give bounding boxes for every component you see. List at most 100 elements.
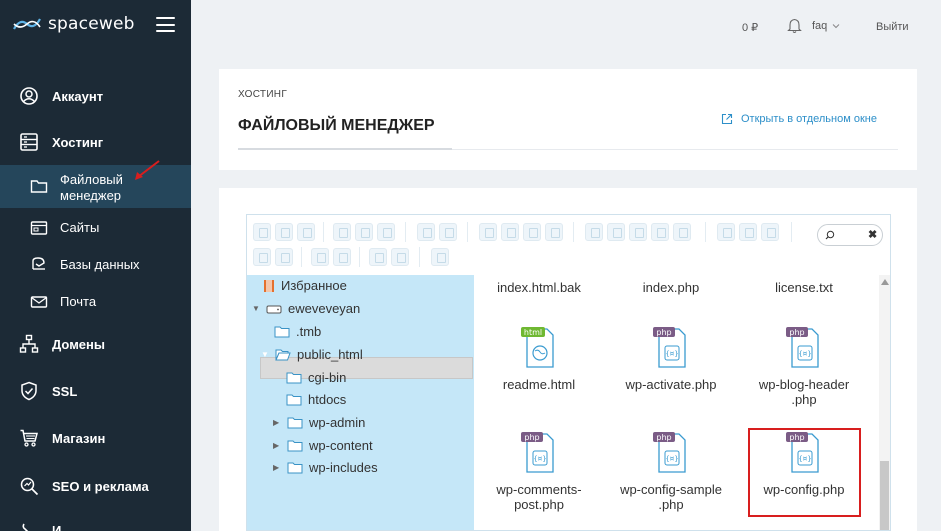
tree-item-wp-admin[interactable]: ▶ wp-admin	[273, 415, 365, 430]
caret-right-icon[interactable]: ▶	[273, 418, 281, 427]
tree-item-tmb[interactable]: .tmb	[274, 324, 321, 339]
svg-text:php: php	[789, 328, 804, 337]
tree-item-favorites-label: Избранное	[281, 278, 347, 293]
cut-button[interactable]	[501, 223, 519, 241]
sidebar-item-file-manager[interactable]: Файловый менеджер	[0, 160, 191, 208]
php-file-icon: php {¤}	[653, 327, 686, 368]
svg-text:{¤}: {¤}	[665, 350, 678, 358]
folder-icon	[286, 394, 302, 406]
new-file-button[interactable]	[355, 223, 373, 241]
back-button[interactable]	[253, 223, 271, 241]
nav-domains[interactable]: Домены	[0, 334, 191, 354]
nav-ssl[interactable]: SSL	[0, 381, 191, 401]
php-file-icon: php {¤}	[786, 327, 819, 368]
scroll-up-arrow-icon[interactable]	[881, 279, 889, 285]
search-input[interactable]: ✖	[817, 224, 883, 246]
folder-open-icon	[275, 349, 291, 361]
tree-item-wp-includes[interactable]: ▶ wp-includes	[273, 460, 378, 475]
nav-account-label: Аккаунт	[52, 89, 104, 104]
file-index-php[interactable]: index.php	[606, 280, 736, 295]
svg-text:{¤}: {¤}	[798, 350, 811, 358]
extract-button[interactable]	[333, 248, 351, 266]
scrollbar[interactable]	[879, 275, 890, 530]
logout-link[interactable]: Выйти	[876, 21, 909, 33]
cart-icon	[20, 429, 38, 447]
svg-text:php: php	[656, 433, 671, 442]
reload-button[interactable]	[439, 223, 457, 241]
sidebar-item-sites[interactable]: Сайты	[0, 219, 191, 237]
nav-account[interactable]: Аккаунт	[0, 86, 191, 106]
bell-icon[interactable]	[787, 18, 802, 34]
nav-hosting-label: Хостинг	[52, 135, 104, 150]
nav-hosting[interactable]: Хостинг	[0, 132, 191, 152]
menu-toggle-button[interactable]	[156, 17, 175, 32]
tree-item-htdocs[interactable]: htdocs	[286, 392, 346, 407]
resize-button[interactable]	[673, 223, 691, 241]
columns-view-button[interactable]	[761, 223, 779, 241]
nav-shop[interactable]: Магазин	[0, 428, 191, 448]
caret-down-icon[interactable]: ▼	[261, 350, 269, 359]
file-wp-config-sample-php[interactable]: php {¤} wp-config-sample .php	[606, 430, 736, 515]
file-readme-html[interactable]: html readme.html	[474, 325, 604, 405]
file-wp-activate-php[interactable]: php {¤} wp-activate.php	[606, 325, 736, 405]
nav-tools-label: И...	[52, 523, 73, 531]
tree-item-public-html[interactable]: ▼ public_html	[261, 347, 363, 362]
logo[interactable]: spaceweb	[12, 14, 135, 34]
breadcrumb[interactable]: ХОСТИНГ	[238, 89, 287, 100]
tree-item-cgi-bin[interactable]: cgi-bin	[286, 370, 346, 385]
caret-down-icon[interactable]: ▼	[252, 304, 260, 313]
sort-button[interactable]	[369, 248, 387, 266]
search-toolbar-button[interactable]	[417, 223, 435, 241]
settings-button[interactable]	[431, 248, 449, 266]
sidebar-item-sites-label: Сайты	[60, 220, 100, 235]
user-menu[interactable]: faq	[812, 20, 840, 32]
server-icon	[20, 133, 38, 151]
nav-seo[interactable]: SEO и реклама	[0, 476, 191, 496]
sidebar-item-databases[interactable]: Базы данных	[0, 256, 191, 274]
archive-button[interactable]	[311, 248, 329, 266]
open-in-new-window-link[interactable]: Открыть в отдельном окне	[721, 113, 877, 125]
folder-icon	[287, 417, 303, 429]
shield-icon	[21, 381, 37, 401]
preview-button[interactable]	[629, 223, 647, 241]
tree-item-root[interactable]: ▼ eweveveyan	[252, 301, 360, 316]
tree-item-wp-content-label: wp-content	[309, 438, 373, 453]
history-button[interactable]	[275, 248, 293, 266]
nav-tools[interactable]: И...	[0, 520, 191, 531]
sidebar-item-databases-label: Базы данных	[60, 257, 140, 272]
file-wp-comments-post-php[interactable]: php {¤} wp-comments-post.php	[474, 430, 604, 515]
sidebar-item-mail[interactable]: Почта	[0, 293, 191, 311]
tree-item-wp-content[interactable]: ▶ wp-content	[273, 438, 373, 453]
page-title: ФАЙЛОВЫЙ МЕНЕДЖЕР	[238, 117, 435, 134]
caret-right-icon[interactable]: ▶	[273, 441, 281, 450]
paste-button[interactable]	[523, 223, 541, 241]
folder-icon	[30, 180, 48, 193]
caret-right-icon[interactable]: ▶	[273, 463, 281, 472]
info-button[interactable]	[607, 223, 625, 241]
chevron-down-icon	[832, 24, 840, 29]
scroll-thumb[interactable]	[880, 461, 889, 530]
tree-item-favorites[interactable]: Избранное	[263, 278, 347, 293]
open-window-label: Открыть в отдельном окне	[741, 113, 877, 125]
delete-button[interactable]	[545, 223, 563, 241]
svg-text:php: php	[656, 328, 671, 337]
title-underline	[238, 148, 452, 150]
edit-button[interactable]	[651, 223, 669, 241]
view-button[interactable]	[253, 248, 271, 266]
forward-button[interactable]	[275, 223, 293, 241]
nav-domains-label: Домены	[52, 337, 105, 352]
copy-button[interactable]	[479, 223, 497, 241]
file-license-txt[interactable]: license.txt	[739, 280, 869, 295]
file-wp-blog-header-php[interactable]: php {¤} wp-blog-header .php	[739, 325, 869, 407]
file-manager: ✖ Избранное ▼ eweveveyan .tmb ▼ public_h…	[246, 214, 891, 531]
file-index-html-bak[interactable]: index.html.bak	[474, 280, 604, 295]
icons-view-button[interactable]	[717, 223, 735, 241]
nav-ssl-label: SSL	[52, 384, 78, 399]
close-icon[interactable]: ✖	[868, 228, 877, 241]
sort-order-button[interactable]	[391, 248, 409, 266]
up-button[interactable]	[297, 223, 315, 241]
duplicate-button[interactable]	[585, 223, 603, 241]
list-view-button[interactable]	[739, 223, 757, 241]
upload-button[interactable]	[377, 223, 395, 241]
save-button[interactable]	[333, 223, 351, 241]
